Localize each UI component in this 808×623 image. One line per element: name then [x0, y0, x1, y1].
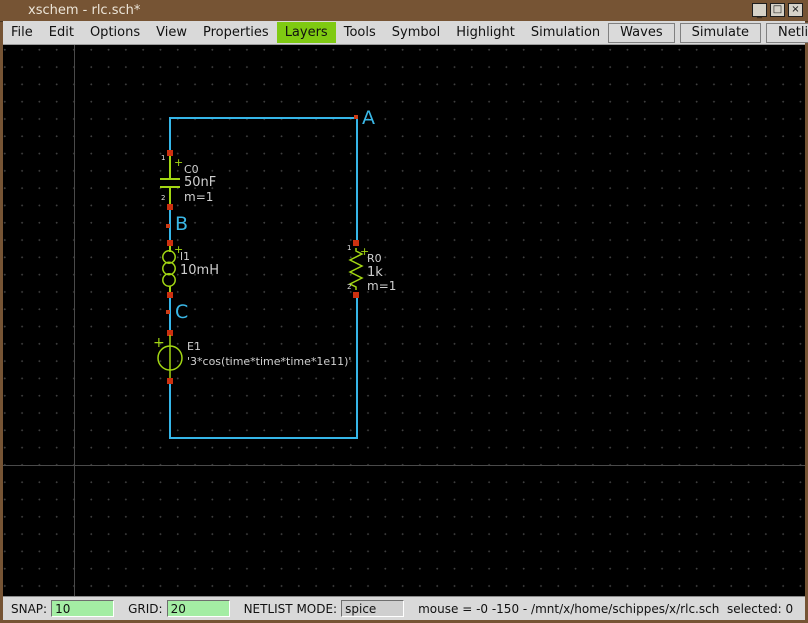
net-label-b[interactable]: B: [175, 215, 188, 234]
menubar: File Edit Options View Properties Layers…: [3, 21, 808, 45]
capacitor-lead-top: [169, 156, 171, 178]
capacitor-value: 50nF: [184, 175, 217, 190]
menu-options[interactable]: Options: [82, 22, 148, 43]
capacitor-plate-top: [160, 178, 180, 180]
net-label-pin-a: [354, 115, 358, 119]
inductor-ref: l1: [180, 250, 191, 263]
close-button[interactable]: ×: [788, 3, 803, 17]
resistor-mult: m=1: [367, 279, 397, 293]
menu-view[interactable]: View: [148, 22, 195, 43]
net-label-a[interactable]: A: [362, 109, 375, 128]
menu-layers[interactable]: Layers: [276, 22, 336, 43]
wire-left-to-capacitor[interactable]: [169, 117, 171, 154]
origin-axis-horizontal: [3, 465, 805, 466]
source-pin2-box: [167, 378, 173, 384]
maximize-icon: □: [772, 4, 783, 15]
netlist-mode-label: NETLIST MODE:: [243, 601, 338, 616]
source-ref: E1: [187, 340, 201, 353]
capacitor-lead-bottom: [169, 188, 171, 205]
resistor-value: 1k: [367, 265, 383, 280]
titlebar[interactable]: xschem - rlc.sch* _ □ ×: [0, 0, 808, 22]
capacitor-ref: C0: [184, 163, 199, 176]
origin-axis-vertical: [74, 45, 75, 596]
netlist-button[interactable]: Netlist: [766, 22, 808, 43]
window-controls: _ □ ×: [752, 3, 803, 19]
inductor-pin2-box: [167, 292, 173, 298]
snap-label: SNAP:: [11, 601, 48, 616]
schematic-canvas[interactable]: A B C 1 + 2 C0 50nF m=1 + l1 10mH + E1 '…: [3, 45, 805, 596]
grid-input[interactable]: [166, 600, 230, 617]
net-label-pin-b: [166, 224, 170, 228]
menu-file[interactable]: File: [3, 22, 41, 43]
menu-tools[interactable]: Tools: [336, 22, 384, 43]
waves-button[interactable]: Waves: [608, 22, 675, 43]
resistor-pin2-box: [353, 292, 359, 298]
menu-highlight[interactable]: Highlight: [448, 22, 523, 43]
source-value: '3*cos(time*time*time*1e11)': [187, 355, 352, 368]
capacitor-pin2-box: [167, 204, 173, 210]
resistor-pin2-number: 2: [347, 283, 352, 291]
wire-inductor-to-source[interactable]: [169, 296, 171, 334]
capacitor-plus-icon: +: [174, 156, 184, 169]
grid-label: GRID:: [128, 601, 163, 616]
menu-properties[interactable]: Properties: [195, 22, 277, 43]
inductor-value: 10mH: [180, 263, 219, 278]
mouse-status-text: mouse = -0 -150 - /mnt/x/home/schippes/x…: [418, 601, 794, 616]
menu-simulation[interactable]: Simulation: [523, 22, 608, 43]
netlist-mode-input[interactable]: [341, 600, 405, 617]
xschem-window: { "window": { "title": "xschem - rlc.sch…: [0, 0, 808, 623]
menu-symbol[interactable]: Symbol: [384, 22, 448, 43]
menu-edit[interactable]: Edit: [41, 22, 82, 43]
resistor-pin1-box: [353, 240, 359, 246]
wire-top[interactable]: [170, 117, 358, 119]
window-title: xschem - rlc.sch*: [28, 3, 141, 18]
minimize-icon: _: [757, 8, 762, 19]
capacitor-mult: m=1: [184, 190, 214, 204]
simulate-button[interactable]: Simulate: [679, 22, 762, 43]
wire-right-to-resistor[interactable]: [356, 117, 358, 243]
snap-input[interactable]: [51, 600, 115, 617]
close-icon: ×: [791, 4, 800, 15]
net-label-pin-c: [166, 310, 170, 314]
capacitor-pin2-number: 2: [161, 194, 166, 202]
statusbar: SNAP: GRID: NETLIST MODE: mouse = -0 -15…: [3, 596, 805, 620]
minimize-button[interactable]: _: [752, 3, 767, 19]
inductor-coil: [162, 250, 176, 287]
net-label-c[interactable]: C: [175, 303, 188, 322]
resistor-ref: R0: [367, 252, 382, 265]
wire-resistor-to-bottom[interactable]: [356, 295, 358, 439]
capacitor-pin1-number: 1: [161, 154, 166, 162]
source-circle: [157, 335, 183, 378]
wire-source-to-bottom[interactable]: [169, 380, 171, 439]
maximize-button[interactable]: □: [770, 3, 785, 17]
wire-bottom[interactable]: [169, 437, 358, 439]
